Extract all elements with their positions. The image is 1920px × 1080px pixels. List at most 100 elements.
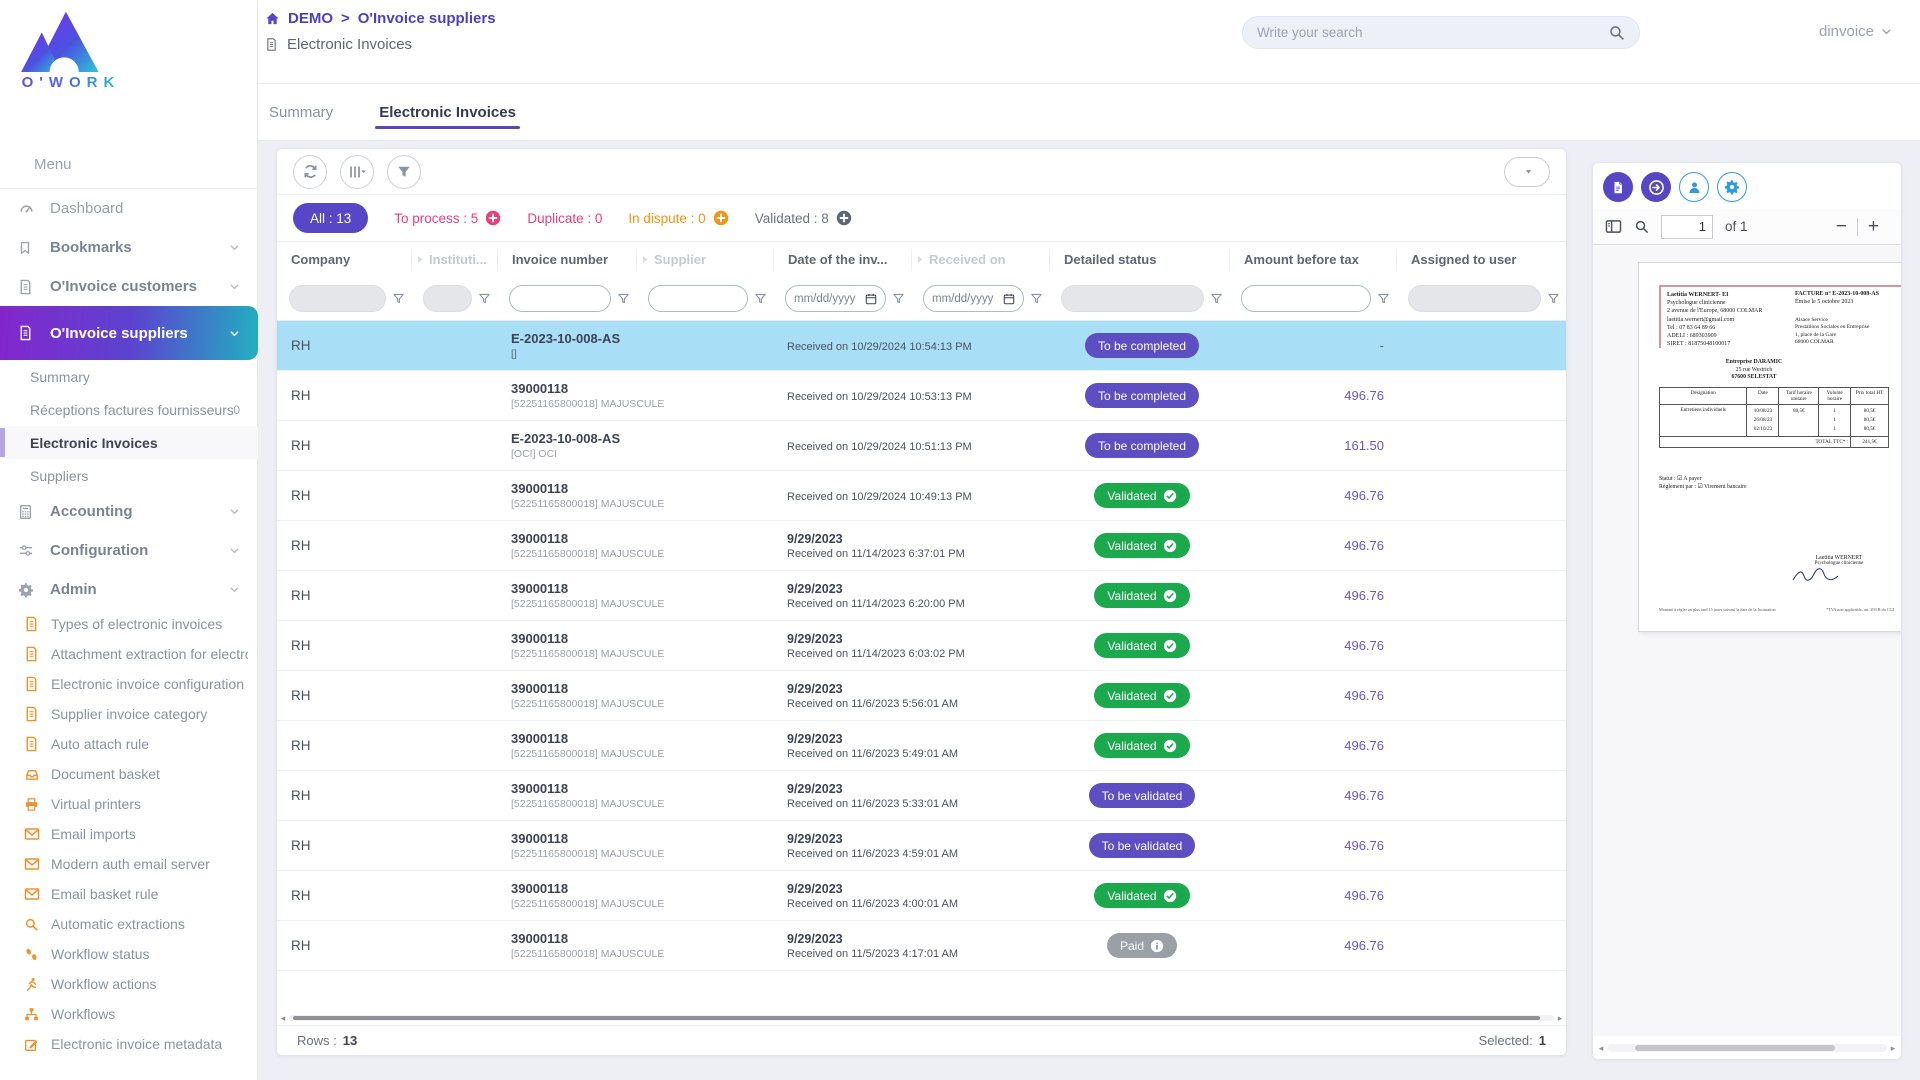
filter-chip-in-dispute[interactable]: In dispute : 0 [628, 210, 728, 226]
pdf-search-icon[interactable] [1634, 219, 1649, 234]
amount-link[interactable]: 496.76 [1344, 588, 1384, 603]
plus-circle-icon[interactable] [485, 210, 501, 226]
plus-circle-icon[interactable] [713, 210, 729, 226]
sidebar-admin-item-workflows[interactable]: Workflows [0, 999, 258, 1029]
text-filter-input[interactable] [1241, 285, 1371, 312]
columns-button[interactable] [340, 155, 374, 189]
sidebar-item-accounting[interactable]: Accounting [0, 492, 258, 531]
pdf-sidebar-toggle-icon[interactable] [1605, 219, 1622, 234]
status-badge[interactable]: To be completed [1085, 383, 1199, 408]
sidebar-subitem-electronic-invoices[interactable]: Electronic Invoices [0, 426, 258, 459]
filter-button[interactable] [387, 155, 421, 189]
sidebar-admin-item-attachment-extraction-for-electron[interactable]: Attachment extraction for electron [0, 639, 258, 669]
expand-column-icon[interactable] [416, 254, 424, 265]
funnel-icon[interactable] [754, 292, 767, 305]
invoice-row[interactable]: RH39000118[52251165800018] MAJUSCULERece… [277, 371, 1566, 421]
date-filter-input[interactable]: mm/dd/yyyy [785, 285, 886, 312]
amount-link[interactable]: 496.76 [1344, 888, 1384, 903]
amount-link[interactable]: 496.76 [1344, 738, 1384, 753]
sidebar-item-o-invoice-customers[interactable]: O'Invoice customers [0, 267, 258, 306]
expand-column-icon[interactable] [916, 254, 924, 265]
sidebar-admin-item-modern-auth-email-server[interactable]: Modern auth email server [0, 849, 258, 879]
sidebar-admin-item-electronic-invoice-metadata[interactable]: Electronic invoice metadata [0, 1029, 258, 1059]
sidebar-admin-item-workflow-actions[interactable]: Workflow actions [0, 969, 258, 999]
sidebar-admin-item-workflow-status[interactable]: Workflow status [0, 939, 258, 969]
tab-electronic-invoices[interactable]: Electronic Invoices [375, 90, 520, 135]
invoice-row[interactable]: RH39000118[52251165800018] MAJUSCULE9/29… [277, 521, 1566, 571]
sidebar-item-admin[interactable]: Admin [0, 570, 258, 609]
invoice-row[interactable]: RH39000118[52251165800018] MAJUSCULE9/29… [277, 921, 1566, 971]
amount-link[interactable]: 496.76 [1344, 488, 1384, 503]
person-action-button[interactable] [1679, 172, 1709, 202]
status-badge[interactable]: Validated [1094, 533, 1189, 558]
amount-link[interactable]: 161.50 [1344, 438, 1384, 453]
text-filter-input[interactable] [509, 285, 611, 312]
search-icon[interactable] [1608, 24, 1625, 41]
status-badge[interactable]: Validated [1094, 583, 1189, 608]
column-header-instituti-[interactable]: Instituti... [411, 249, 497, 271]
filter-chip-all[interactable]: All : 13 [293, 203, 368, 233]
scrollbar-track[interactable] [289, 1015, 1554, 1021]
status-badge[interactable]: Paid [1107, 933, 1177, 958]
funnel-icon[interactable] [1210, 292, 1223, 305]
sidebar-item-configuration[interactable]: Configuration [0, 531, 258, 570]
tab-summary[interactable]: Summary [265, 90, 337, 135]
sidebar-item-o-invoice-suppliers[interactable]: O'Invoice suppliers [0, 306, 258, 360]
filter-chip-validated[interactable]: Validated : 8 [755, 210, 852, 226]
status-badge[interactable]: Validated [1094, 733, 1189, 758]
text-filter-input[interactable] [648, 285, 748, 312]
scroll-left-icon[interactable]: ◂ [277, 1011, 289, 1025]
scroll-right-icon[interactable]: ▸ [1554, 1011, 1566, 1025]
home-icon[interactable] [265, 11, 280, 26]
user-menu[interactable]: dinvoice [1819, 23, 1892, 40]
scrollbar-thumb[interactable] [293, 1016, 1540, 1020]
invoice-row[interactable]: RH39000118[52251165800018] MAJUSCULERece… [277, 471, 1566, 521]
sidebar-admin-item-document-basket[interactable]: Document basket [0, 759, 258, 789]
invoice-row[interactable]: RH39000118[52251165800018] MAJUSCULE9/29… [277, 571, 1566, 621]
invoice-row[interactable]: RH39000118[52251165800018] MAJUSCULE9/29… [277, 821, 1566, 871]
status-badge[interactable]: Validated [1094, 633, 1189, 658]
column-header-date-of-the-inv-[interactable]: Date of the inv... [773, 249, 911, 271]
funnel-icon[interactable] [1547, 292, 1560, 305]
invoice-row[interactable]: RH39000118[52251165800018] MAJUSCULE9/29… [277, 871, 1566, 921]
amount-link[interactable]: 496.76 [1344, 538, 1384, 553]
status-badge[interactable]: To be completed [1085, 433, 1199, 458]
date-filter-input[interactable]: mm/dd/yyyy [923, 285, 1024, 312]
sidebar-subitem-summary[interactable]: Summary [0, 360, 258, 393]
funnel-icon[interactable] [892, 292, 905, 305]
sidebar-admin-item-email-basket-rule[interactable]: Email basket rule [0, 879, 258, 909]
status-badge[interactable]: Validated [1094, 883, 1189, 908]
column-header-invoice-number[interactable]: Invoice number [497, 249, 636, 271]
sidebar-item-bookmarks[interactable]: Bookmarks [0, 228, 258, 267]
column-header-detailed-status[interactable]: Detailed status [1049, 249, 1229, 271]
status-badge[interactable]: To be validated [1089, 783, 1196, 808]
amount-link[interactable]: 496.76 [1344, 788, 1384, 803]
column-header-supplier[interactable]: Supplier [636, 249, 773, 271]
invoice-row[interactable]: RH39000118[52251165800018] MAJUSCULE9/29… [277, 671, 1566, 721]
amount-link[interactable]: 496.76 [1344, 638, 1384, 653]
breadcrumb-home[interactable]: DEMO [288, 10, 333, 27]
column-header-amount-before-tax[interactable]: Amount before tax [1229, 249, 1396, 271]
filter-chip-duplicate[interactable]: Duplicate : 0 [527, 211, 602, 226]
funnel-icon[interactable] [1030, 292, 1043, 305]
amount-link[interactable]: 496.76 [1344, 388, 1384, 403]
funnel-icon[interactable] [478, 292, 491, 305]
invoice-row[interactable]: RHE-2023-10-008-AS[OCI] OCIReceived on 1… [277, 421, 1566, 471]
amount-link[interactable]: 496.76 [1344, 688, 1384, 703]
table-horizontal-scrollbar[interactable]: ◂ ▸ [277, 1011, 1566, 1025]
panel-scrollbar-track[interactable] [1607, 1044, 1887, 1052]
status-badge[interactable]: Validated [1094, 483, 1189, 508]
zoom-out-button[interactable]: − [1826, 217, 1857, 236]
funnel-icon[interactable] [392, 292, 405, 305]
panel-horizontal-scrollbar[interactable]: ◂ ▸ [1593, 1037, 1901, 1059]
sidebar-admin-item-supplier-invoice-category[interactable]: Supplier invoice category [0, 699, 258, 729]
funnel-icon[interactable] [617, 292, 630, 305]
search-input[interactable] [1257, 25, 1608, 40]
invoice-row[interactable]: RHE-2023-10-008-AS[]Received on 10/29/20… [277, 321, 1566, 371]
amount-link[interactable]: 496.76 [1344, 938, 1384, 953]
table-settings-button[interactable] [1504, 157, 1550, 187]
calendar-icon[interactable] [1003, 293, 1015, 305]
status-badge[interactable]: To be validated [1089, 833, 1196, 858]
pdf-action-button[interactable] [1603, 172, 1633, 202]
plus-circle-icon[interactable] [836, 210, 852, 226]
